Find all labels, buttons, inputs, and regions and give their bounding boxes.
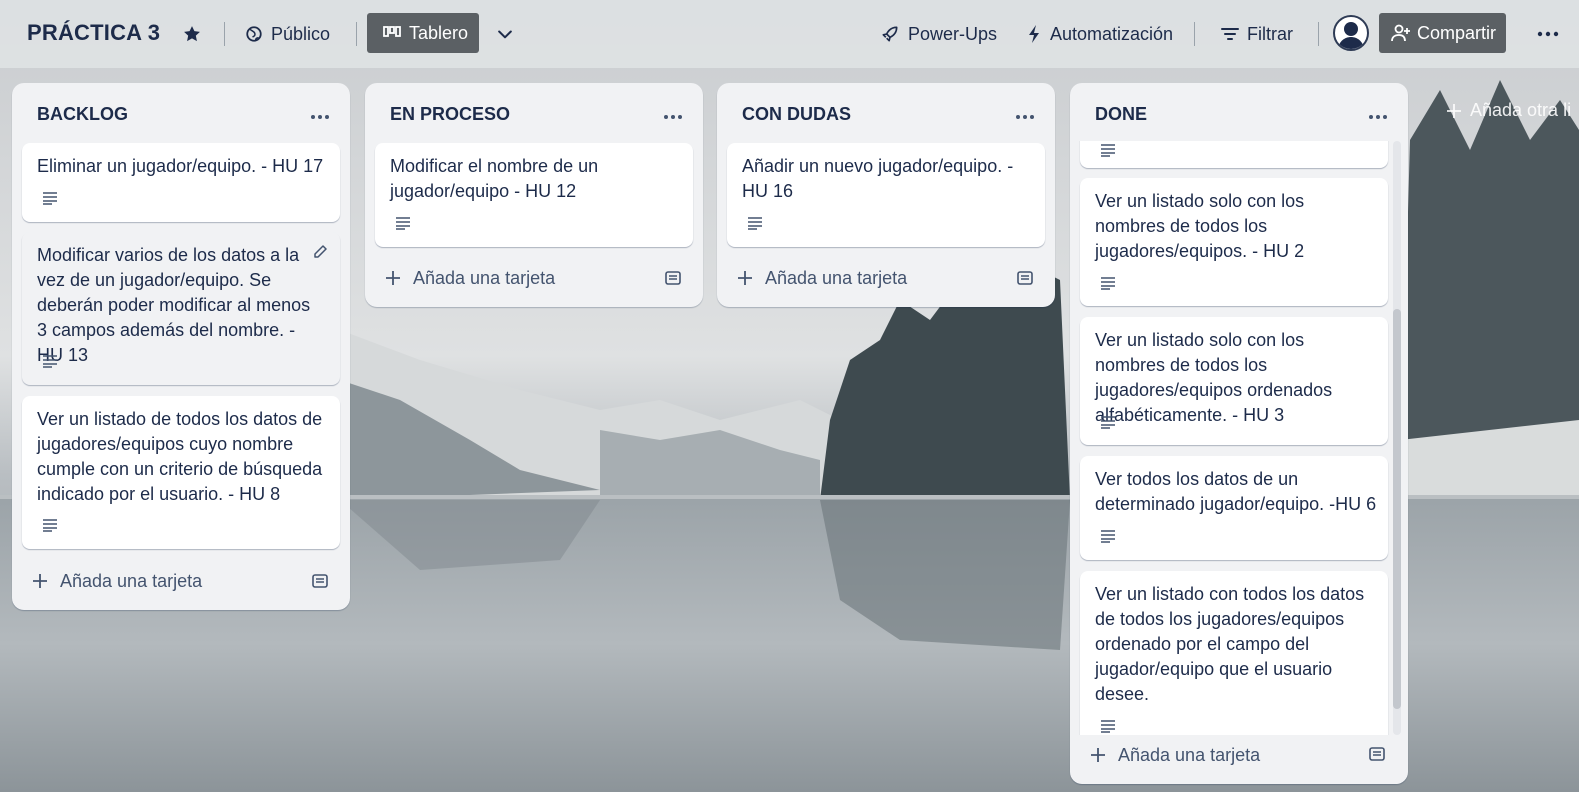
globe-icon bbox=[246, 26, 262, 42]
board-header: PRÁCTICA 3 Público Tablero Power-Ups Aut… bbox=[0, 0, 1579, 68]
card[interactable]: Modificar el nombre de un jugador/equipo… bbox=[375, 143, 693, 247]
share-button[interactable]: Compartir bbox=[1379, 13, 1506, 53]
header-divider bbox=[1318, 22, 1319, 46]
board-icon bbox=[383, 26, 401, 37]
rocket-icon bbox=[882, 26, 898, 42]
avatar[interactable] bbox=[1333, 15, 1369, 51]
filter-icon bbox=[1221, 28, 1239, 40]
list-con-dudas: CON DUDAS Añadir un nuevo jugador/equipo… bbox=[717, 83, 1055, 307]
add-person-icon bbox=[1391, 24, 1410, 42]
card-title: Ver un listado solo con los nombres de t… bbox=[1095, 330, 1333, 425]
automation-button[interactable]: Automatización bbox=[1026, 14, 1173, 54]
description-icon bbox=[1101, 277, 1115, 290]
card-template-icon[interactable] bbox=[311, 572, 329, 590]
visibility-button[interactable]: Público bbox=[245, 14, 330, 54]
header-divider bbox=[356, 22, 357, 46]
plus-icon bbox=[738, 271, 752, 285]
description-icon bbox=[43, 355, 57, 368]
filter-button[interactable]: Filtrar bbox=[1221, 14, 1293, 54]
list-menu-button[interactable] bbox=[1364, 107, 1392, 127]
list-backlog: BACKLOG Eliminar un jugador/equipo. - HU… bbox=[12, 83, 350, 610]
automation-label: Automatización bbox=[1050, 23, 1174, 44]
card-title: Añadir un nuevo jugador/equipo. - HU 16 bbox=[742, 156, 1014, 201]
plus-icon bbox=[386, 271, 400, 285]
star-icon bbox=[184, 26, 200, 42]
list-title[interactable]: BACKLOG bbox=[37, 104, 128, 125]
plus-icon bbox=[1447, 103, 1461, 118]
powerups-button[interactable]: Power-Ups bbox=[880, 14, 997, 54]
description-icon bbox=[43, 192, 57, 205]
view-label: Tablero bbox=[409, 22, 469, 43]
card-template-icon[interactable] bbox=[1368, 745, 1386, 763]
card-title: Eliminar un jugador/equipo. - HU 17 bbox=[37, 156, 324, 176]
chevron-down-icon bbox=[498, 30, 512, 39]
scrollbar-thumb[interactable] bbox=[1393, 309, 1401, 709]
card[interactable]: Ver un listado solo con los nombres de t… bbox=[1080, 317, 1388, 445]
description-icon bbox=[748, 217, 762, 230]
add-card-label: Añada una tarjeta bbox=[1118, 744, 1261, 765]
plus-icon bbox=[1091, 748, 1105, 762]
add-card-button[interactable]: Añada una tarjeta bbox=[1090, 737, 1260, 773]
add-card-button[interactable]: Añada una tarjeta bbox=[737, 260, 907, 296]
add-card-button[interactable]: Añada una tarjeta bbox=[385, 260, 555, 296]
list-menu-button[interactable] bbox=[1011, 107, 1039, 127]
plus-icon bbox=[33, 574, 47, 588]
card-title: Modificar varios de los datos a la vez d… bbox=[37, 245, 311, 365]
header-divider bbox=[1194, 22, 1195, 46]
list-title[interactable]: DONE bbox=[1095, 104, 1147, 125]
list-done: DONE Ver un listado solo con los nombres… bbox=[1070, 83, 1408, 784]
card-title: Ver un listado solo con los nombres de t… bbox=[1095, 191, 1305, 261]
card[interactable]: Añadir un nuevo jugador/equipo. - HU 16 bbox=[727, 143, 1045, 247]
card-template-icon[interactable] bbox=[664, 269, 682, 287]
board-title[interactable]: PRÁCTICA 3 bbox=[27, 20, 160, 46]
more-horizontal-icon bbox=[1537, 31, 1559, 37]
list-cards-scroll-area[interactable]: Ver un listado solo con los nombres de t… bbox=[1070, 141, 1408, 735]
card-title: Modificar el nombre de un jugador/equipo… bbox=[390, 156, 599, 201]
add-card-label: Añada una tarjeta bbox=[765, 267, 908, 288]
description-icon bbox=[1101, 720, 1115, 733]
description-icon bbox=[396, 217, 410, 230]
user-avatar-icon bbox=[1338, 22, 1364, 49]
star-button[interactable] bbox=[182, 14, 206, 54]
pencil-icon[interactable] bbox=[312, 244, 328, 260]
card[interactable] bbox=[1080, 141, 1388, 168]
share-label: Compartir bbox=[1417, 22, 1497, 43]
card[interactable]: Ver un listado solo con los nombres de t… bbox=[1080, 178, 1388, 306]
header-divider bbox=[224, 22, 225, 46]
description-icon bbox=[1101, 144, 1115, 157]
list-menu-button[interactable] bbox=[659, 107, 687, 127]
card[interactable]: Eliminar un jugador/equipo. - HU 17 bbox=[22, 143, 340, 222]
add-card-button[interactable]: Añada una tarjeta bbox=[32, 563, 202, 599]
description-icon bbox=[1101, 416, 1115, 429]
card-title: Ver un listado con todos los datos de to… bbox=[1095, 584, 1365, 704]
card-title: Ver un listado de todos los datos de jug… bbox=[37, 409, 323, 504]
card-template-icon[interactable] bbox=[1016, 269, 1034, 287]
card[interactable]: Ver un listado con todos los datos de to… bbox=[1080, 571, 1388, 735]
view-switcher-button[interactable]: Tablero bbox=[367, 13, 479, 53]
description-icon bbox=[1101, 530, 1115, 543]
view-options-button[interactable] bbox=[491, 14, 519, 54]
lightning-icon bbox=[1029, 25, 1039, 43]
add-list-button[interactable]: Añada otra li bbox=[1446, 100, 1579, 121]
card[interactable]: Ver todos los datos de un determinado ju… bbox=[1080, 456, 1388, 560]
board-menu-button[interactable] bbox=[1534, 14, 1562, 54]
add-list-label: Añada otra li bbox=[1470, 100, 1572, 120]
filter-label: Filtrar bbox=[1247, 23, 1293, 44]
card-title: Ver todos los datos de un determinado ju… bbox=[1095, 469, 1377, 514]
description-icon bbox=[43, 519, 57, 532]
card[interactable]: Modificar varios de los datos a la vez d… bbox=[22, 232, 340, 385]
list-title[interactable]: CON DUDAS bbox=[742, 104, 851, 125]
add-card-label: Añada una tarjeta bbox=[60, 570, 203, 591]
list-menu-button[interactable] bbox=[306, 107, 334, 127]
powerups-label: Power-Ups bbox=[908, 23, 998, 44]
card[interactable]: Ver un listado de todos los datos de jug… bbox=[22, 396, 340, 549]
list-title[interactable]: EN PROCESO bbox=[390, 104, 510, 125]
visibility-label: Público bbox=[271, 23, 331, 44]
list-en-proceso: EN PROCESO Modificar el nombre de un jug… bbox=[365, 83, 703, 307]
add-card-label: Añada una tarjeta bbox=[413, 267, 556, 288]
